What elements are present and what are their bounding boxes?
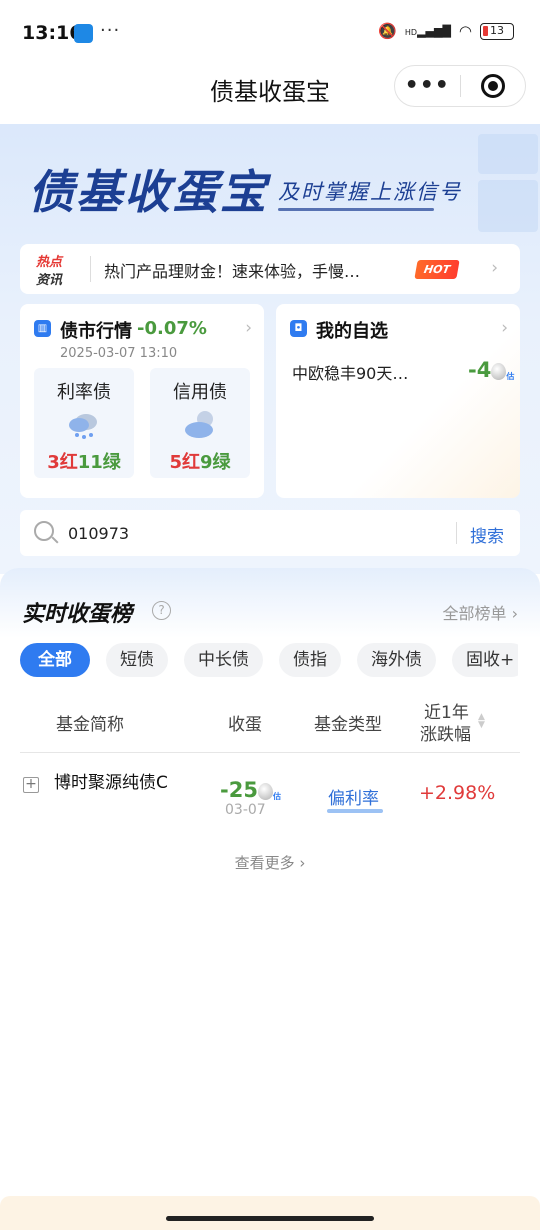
egg-date: 03-07 xyxy=(225,802,266,818)
battery-icon: 13 xyxy=(480,22,514,40)
col-change-line2[interactable]: 涨跌幅 xyxy=(420,720,471,745)
close-miniapp-button[interactable] xyxy=(461,74,526,98)
market-change: -0.07% xyxy=(137,318,207,339)
news-tag-info: 资讯 xyxy=(36,273,63,288)
category-tabs: 全部 短债 中长债 债指 海外债 固收+ xyxy=(20,643,518,679)
decor-block xyxy=(478,134,538,174)
add-watchlist-icon[interactable]: + xyxy=(23,777,39,793)
rate-bond-label: 利率债 xyxy=(57,382,111,403)
fund-type-underline xyxy=(327,809,383,813)
search-icon xyxy=(34,521,54,541)
rain-cloud-icon xyxy=(69,414,97,439)
target-icon xyxy=(480,74,505,98)
tab-all[interactable]: 全部 xyxy=(20,643,90,677)
news-divider xyxy=(90,256,91,282)
egg-icon xyxy=(257,782,273,800)
watchlist-card[interactable]: ◘ 我的自选 › 中欧稳丰90天… -4 估 xyxy=(276,304,520,498)
app-notification-icon xyxy=(74,24,93,43)
watchlist-title: 我的自选 xyxy=(316,321,388,342)
mute-icon: 🔕 xyxy=(378,22,397,40)
hot-badge: HOT xyxy=(414,260,460,279)
bottom-banner xyxy=(0,1196,540,1230)
status-more-icon: ··· xyxy=(100,20,121,41)
egg-icon xyxy=(491,362,507,380)
col-fund-name: 基金简称 xyxy=(56,715,124,735)
credit-bond-count: 5红9绿 xyxy=(169,452,231,473)
chevron-right-icon: › xyxy=(245,318,252,338)
fund-type: 偏利率 xyxy=(328,789,379,809)
news-ticker[interactable]: 热点 资讯 热门产品理财金！速来体验，手慢… HOT › xyxy=(20,244,520,294)
col-fund-type: 基金类型 xyxy=(314,715,382,735)
brand-logo: 债基收蛋宝 xyxy=(28,165,268,219)
more-menu-button[interactable]: ••• xyxy=(395,67,460,105)
status-bar: 13:16 ··· 🔕 HD▂▄▆█ ◠ 13 xyxy=(0,0,540,64)
rate-bond-tile[interactable]: 利率债 3红11绿 xyxy=(34,368,134,478)
all-rankings-link[interactable]: 全部榜单 › xyxy=(443,600,519,624)
bond-market-card[interactable]: ▥ 债市行情 -0.07% › 2025-03-07 13:10 利率债 3红1… xyxy=(20,304,264,498)
search-bar: 搜索 xyxy=(20,510,520,556)
tab-mid-long-bond[interactable]: 中长债 xyxy=(184,643,263,677)
credit-bond-label: 信用债 xyxy=(173,382,227,403)
cloud-moon-icon xyxy=(185,411,213,438)
tab-overseas-bond[interactable]: 海外债 xyxy=(357,643,436,677)
fund-change: +2.98% xyxy=(419,782,496,804)
rate-bond-count: 3红11绿 xyxy=(47,452,121,473)
tab-bond-index[interactable]: 债指 xyxy=(279,643,341,677)
tab-short-bond[interactable]: 短债 xyxy=(106,643,168,677)
watchlist-item-name[interactable]: 中欧稳丰90天… xyxy=(292,360,408,384)
chevron-right-icon: › xyxy=(501,318,508,338)
home-indicator[interactable] xyxy=(166,1216,374,1221)
search-input[interactable] xyxy=(68,520,448,546)
ranking-section: 实时收蛋榜 ? 全部榜单 › 全部 短债 中长债 债指 海外债 固收+ 基金简称 收蛋 基… xyxy=(0,568,540,1230)
market-title: 债市行情 xyxy=(60,321,132,342)
table-row[interactable]: + 博时聚源纯债C -25 估 03-07 偏利率 +2.98% xyxy=(20,768,520,828)
tab-fixed-income-plus[interactable]: 固收+ xyxy=(452,643,518,677)
search-divider xyxy=(456,522,457,544)
status-icons: 🔕 HD▂▄▆█ ◠ 13 xyxy=(378,22,514,40)
miniapp-capsule: ••• xyxy=(394,65,526,107)
slogan-underline xyxy=(278,208,434,211)
ranking-title: 实时收蛋榜 xyxy=(22,602,133,627)
brand-slogan: 及时掌握上涨信号 xyxy=(278,180,462,204)
news-text: 热门产品理财金！速来体验，手慢… xyxy=(104,262,361,281)
nav-bar: 债基收蛋宝 ••• xyxy=(0,64,540,124)
search-button[interactable]: 搜索 xyxy=(470,522,504,547)
chevron-right-icon: › xyxy=(491,258,498,278)
market-date: 2025-03-07 13:10 xyxy=(60,346,178,361)
see-more-link[interactable]: 查看更多 › xyxy=(0,852,540,873)
col-egg: 收蛋 xyxy=(228,715,262,735)
news-tag-hot: 热点 xyxy=(36,255,63,270)
egg-value: -25 估 xyxy=(220,778,281,802)
decor-block xyxy=(478,180,538,232)
signal-icon: HD▂▄▆█ xyxy=(404,24,451,38)
table-header: 基金简称 收蛋 基金类型 近1年 涨跌幅 ▲ ▼ xyxy=(20,698,520,753)
bookmark-icon: ◘ xyxy=(290,320,307,337)
fund-name: 博时聚源纯债C xyxy=(54,773,168,793)
watchlist-item-value: -4 估 xyxy=(468,358,515,382)
help-icon[interactable]: ? xyxy=(152,601,171,620)
credit-bond-tile[interactable]: 信用债 5红9绿 xyxy=(150,368,250,478)
bar-chart-icon: ▥ xyxy=(34,320,51,337)
sort-icon[interactable]: ▲ ▼ xyxy=(478,713,485,730)
wifi-icon: ◠ xyxy=(458,22,472,40)
battery-level: 13 xyxy=(490,23,504,37)
